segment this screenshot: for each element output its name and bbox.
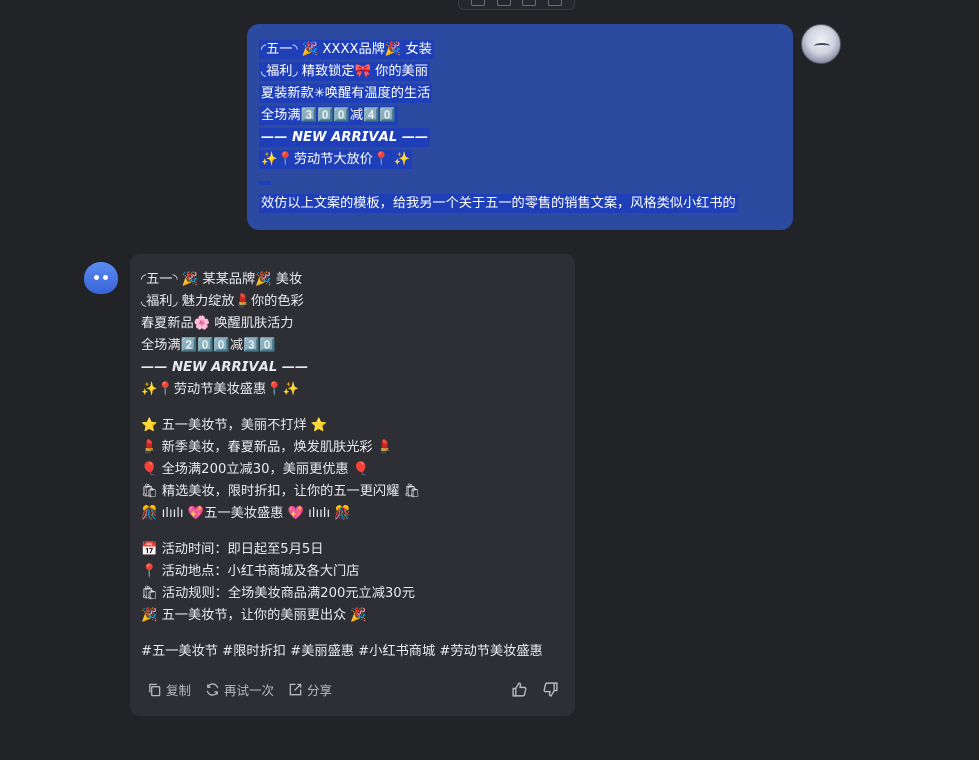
assistant-line: 🛍 活动规则：全场美妆商品满200元立减30元 — [141, 586, 415, 601]
copy-button[interactable]: 复制 — [147, 680, 191, 699]
refresh-icon — [206, 682, 219, 696]
user-line: 效仿以上文案的模板，给我另一个关于五一的零售的销售文案，风格类似小红书的 — [259, 194, 738, 213]
like-button[interactable] — [511, 681, 528, 698]
hashtags: #五一美妆节 #限时折扣 #美丽盛惠 #小红书商城 #劳动节美妆盛惠 — [141, 644, 543, 659]
edit-icon[interactable] — [496, 0, 511, 6]
assistant-line: 💄 新季美妆，春夏新品，焕发肌肤光彩 💄 — [141, 440, 394, 455]
user-line: 全场满3️⃣0️⃣0️⃣减4️⃣0️⃣ — [259, 106, 398, 125]
assistant-line: 📍 活动地点：小红书商城及各大门店 — [141, 564, 360, 579]
assistant-message-bubble: ◜五一◝ 🎉 某某品牌🎉 美妆 ◟福利◞ 魅力绽放💄你的色彩 春夏新品🌸 唤醒肌… — [130, 254, 575, 716]
assistant-line: 🎈 全场满200立减30，美丽更优惠 🎈 — [141, 462, 370, 477]
assistant-avatar — [84, 262, 118, 294]
user-avatar[interactable] — [801, 24, 841, 64]
copy-icon[interactable] — [470, 0, 485, 6]
thumbs-down-icon — [543, 681, 558, 697]
user-line: ◜五一◝ 🎉 XXXX品牌🎉 女装 — [259, 40, 434, 59]
share-icon — [289, 683, 302, 695]
pencil-icon[interactable] — [548, 0, 563, 6]
avatar-eye — [94, 275, 99, 280]
user-line: ◟福利◞ 精致锁定🎀 你的美丽 — [259, 62, 430, 81]
assistant-line: 🎉 五一美妆节，让你的美丽更出众 🎉 — [141, 608, 367, 623]
share-label: 分享 — [307, 682, 333, 698]
assistant-line: ◜五一◝ 🎉 某某品牌🎉 美妆 — [141, 272, 303, 287]
user-line: ✨📍劳动节大放价📍 ✨ — [259, 150, 412, 169]
copy-label: 复制 — [166, 682, 192, 698]
assistant-line: 全场满2️⃣0️⃣0️⃣减3️⃣0️⃣ — [141, 338, 276, 353]
retry-label: 再试一次 — [224, 682, 275, 698]
share-button[interactable]: 分享 — [288, 680, 332, 699]
thumbs-up-icon — [512, 681, 527, 697]
assistant-line: ⭐ 五一美妆节，美丽不打烊 ⭐ — [141, 418, 328, 433]
user-line: 夏装新款✳唤醒有温度的生活 — [259, 84, 433, 103]
assistant-line: ◟福利◞ 魅力绽放💄你的色彩 — [141, 294, 304, 309]
message-toolbar — [458, 0, 575, 10]
assistant-line: ✨📍劳动节美妆盛惠📍✨ — [141, 382, 299, 397]
user-line: —— 𝙉𝙀𝙒 𝘼𝙍𝙍𝙄𝙑𝘼𝙇 —— — [259, 128, 431, 147]
message-actions: 复制 再试一次 分享 — [147, 677, 559, 701]
retry-button[interactable]: 再试一次 — [205, 680, 274, 699]
dislike-button[interactable] — [542, 681, 559, 698]
duplicate-icon[interactable] — [522, 0, 537, 6]
assistant-line: 🎊 ılıılı 💖五一美妆盛惠 💖 ılıılı 🎊 — [141, 506, 351, 521]
assistant-line: 🛍 精选美妆，限时折扣，让你的五一更闪耀 🛍 — [141, 484, 421, 499]
avatar-eye — [103, 275, 108, 280]
assistant-line: 📅 活动时间：即日起至5月5日 — [141, 542, 324, 557]
user-message-bubble: ◜五一◝ 🎉 XXXX品牌🎉 女装 ◟福利◞ 精致锁定🎀 你的美丽 夏装新款✳唤… — [247, 24, 793, 230]
assistant-line: —— 𝙉𝙀𝙒 𝘼𝙍𝙍𝙄𝙑𝘼𝙇 —— — [141, 360, 309, 375]
copy-icon — [149, 683, 161, 696]
user-line — [259, 171, 781, 193]
assistant-line: 春夏新品🌸 唤醒肌肤活力 — [141, 316, 294, 331]
